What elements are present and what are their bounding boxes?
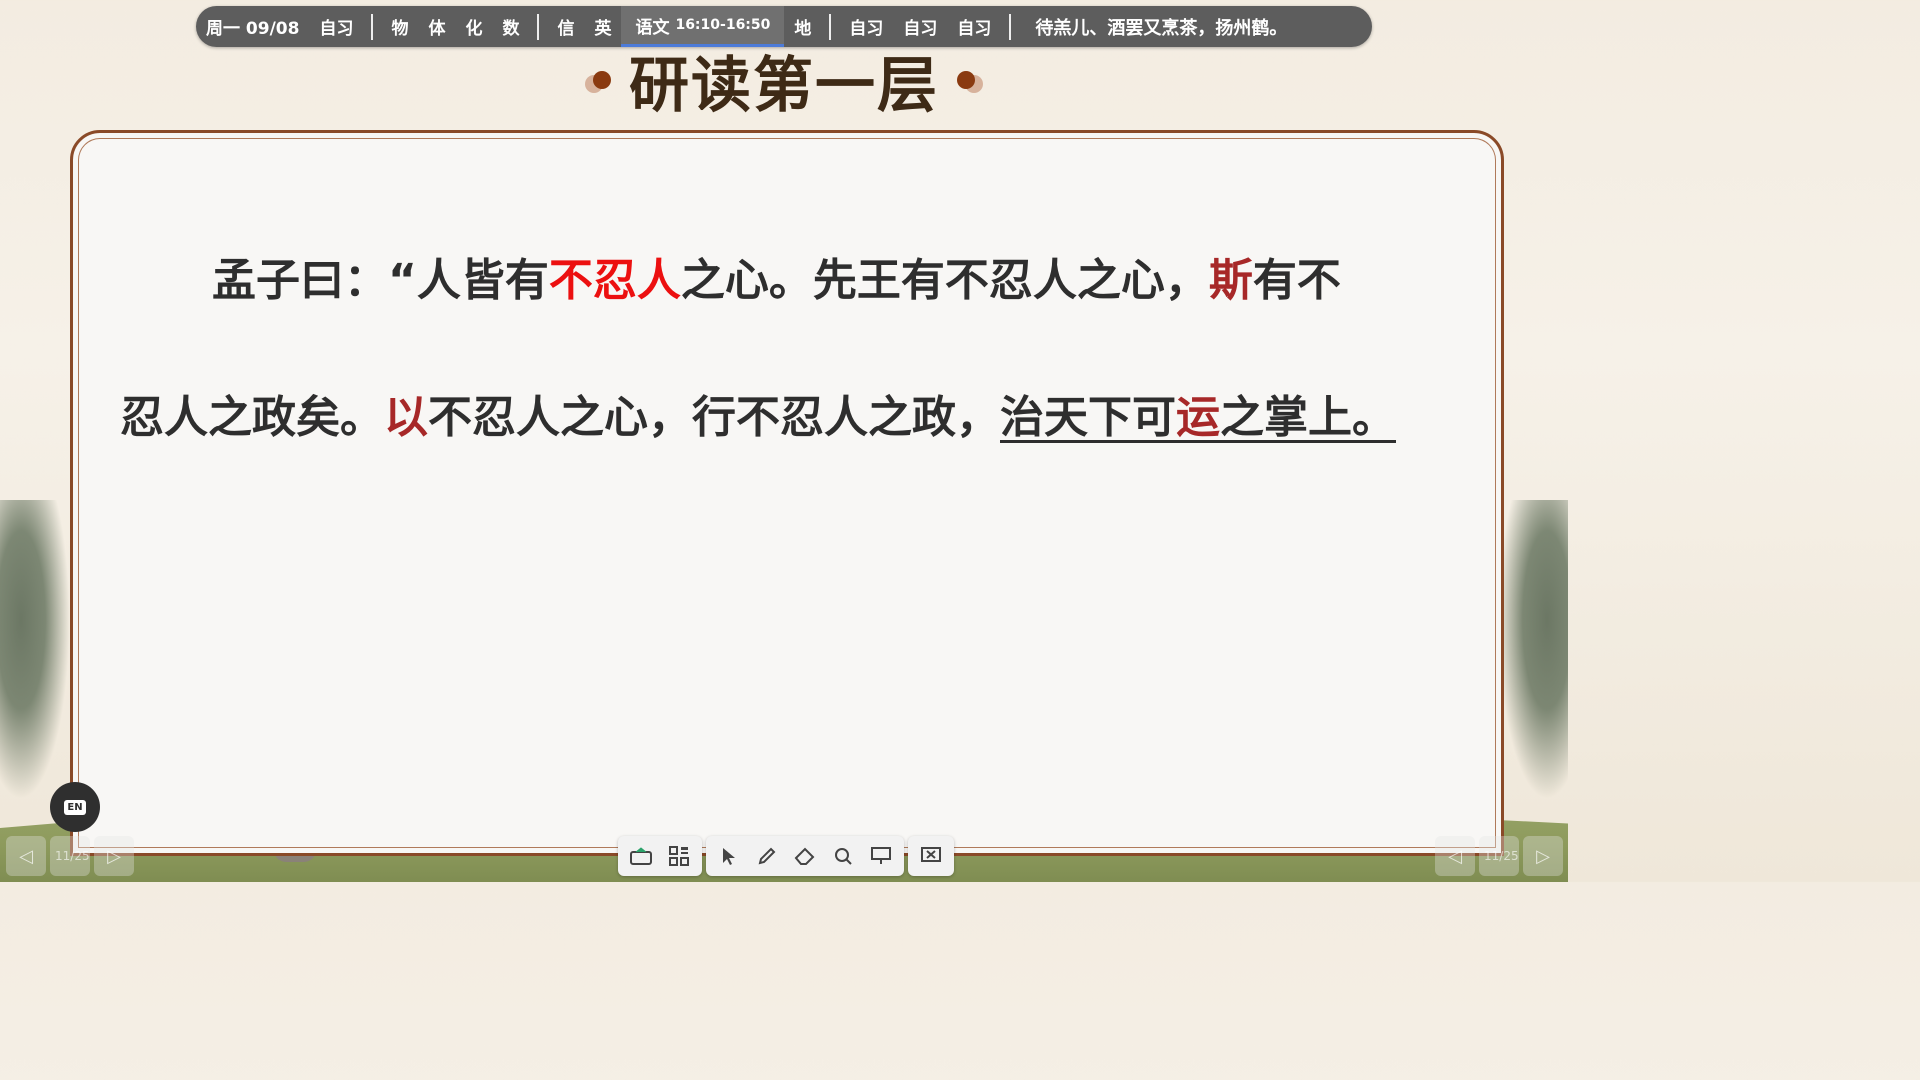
input-method-label: EN [64, 799, 86, 815]
schedule-subject: 数 [502, 19, 520, 39]
schedule-subject: 化 [465, 19, 483, 39]
next-page-button-left[interactable]: ▷ [94, 836, 134, 876]
text-segment: 有不 [1252, 255, 1341, 306]
text-line-1: 孟子曰：“人皆有不忍人之心。先王有不忍人之心，斯有不 [212, 244, 1341, 308]
toolbar-group-tools [706, 836, 904, 876]
whiteboard-icon[interactable] [862, 837, 900, 875]
slide-title: 研读第一层 [629, 50, 939, 121]
schedule-motto: 待羔儿、酒罢又烹茶，扬州鹤。 [1035, 17, 1288, 39]
schedule-separator [537, 13, 540, 40]
text-segment: 之心。先王有不忍人之心， [680, 255, 1209, 306]
underlined-text: 治天下可运之掌上。 [1000, 392, 1396, 443]
title-dot-left [585, 71, 611, 93]
cursor-icon[interactable] [710, 837, 748, 875]
pine-tree-right [1498, 500, 1568, 800]
text-segment: 治天下可 [1000, 392, 1176, 443]
input-method-button[interactable]: EN [50, 782, 100, 832]
schedule-slot: 自习 [319, 19, 354, 39]
toolbar-group-apps [618, 836, 702, 876]
text-segment: 孟子曰：“人皆有 [212, 255, 549, 306]
highlight-text: 以 [384, 392, 428, 443]
highlight-text: 运 [1176, 392, 1220, 443]
eraser-icon[interactable] [786, 837, 824, 875]
highlight-text: 不忍人 [548, 255, 681, 306]
page-indicator-left: 11/25 [55, 849, 90, 863]
schedule-separator [1009, 13, 1012, 40]
schedule-subject: 地 [794, 19, 812, 39]
pen-icon[interactable] [748, 837, 786, 875]
page-indicator-right: 11/25 [1484, 849, 1519, 863]
bottom-toolbar [618, 836, 954, 876]
toolbox-icon[interactable] [622, 837, 660, 875]
prev-page-button-left[interactable]: ◁ [6, 836, 46, 876]
text-line-2: 忍人之政矣。以不忍人之心，行不忍人之政，治天下可运之掌上。 [120, 381, 1396, 445]
text-segment: 忍人之政矣。 [120, 392, 384, 443]
highlight-text: 斯 [1208, 255, 1253, 306]
schedule-date: 周一 09/08 [206, 19, 300, 39]
schedule-separator [371, 13, 374, 40]
current-subject: 语文 [635, 17, 670, 38]
schedule-slot: 自习 [903, 19, 938, 39]
schedule-subject: 信 [557, 19, 575, 39]
schedule-subject: 体 [428, 19, 446, 39]
search-icon[interactable] [824, 837, 862, 875]
toolbar-group-end [908, 836, 954, 876]
title-dot-right [957, 71, 983, 93]
text-segment: 不忍人之心，行不忍人之政， [428, 392, 1000, 443]
end-slideshow-icon[interactable] [912, 837, 950, 875]
current-time: 16:10-16:50 [675, 17, 771, 33]
text-segment: 之掌上。 [1220, 392, 1396, 443]
prev-page-button-right[interactable]: ◁ [1435, 836, 1475, 876]
next-page-button-right[interactable]: ▷ [1523, 836, 1563, 876]
schedule-subject: 物 [391, 19, 409, 39]
schedule-slot: 自习 [849, 19, 884, 39]
slide-title-area: 研读第一层 [578, 40, 990, 121]
schedule-slot: 自习 [957, 19, 992, 39]
pine-tree-left [0, 500, 70, 800]
schedule-subject: 英 [594, 19, 612, 39]
content-card [70, 130, 1504, 856]
grid-apps-icon[interactable] [660, 837, 698, 875]
